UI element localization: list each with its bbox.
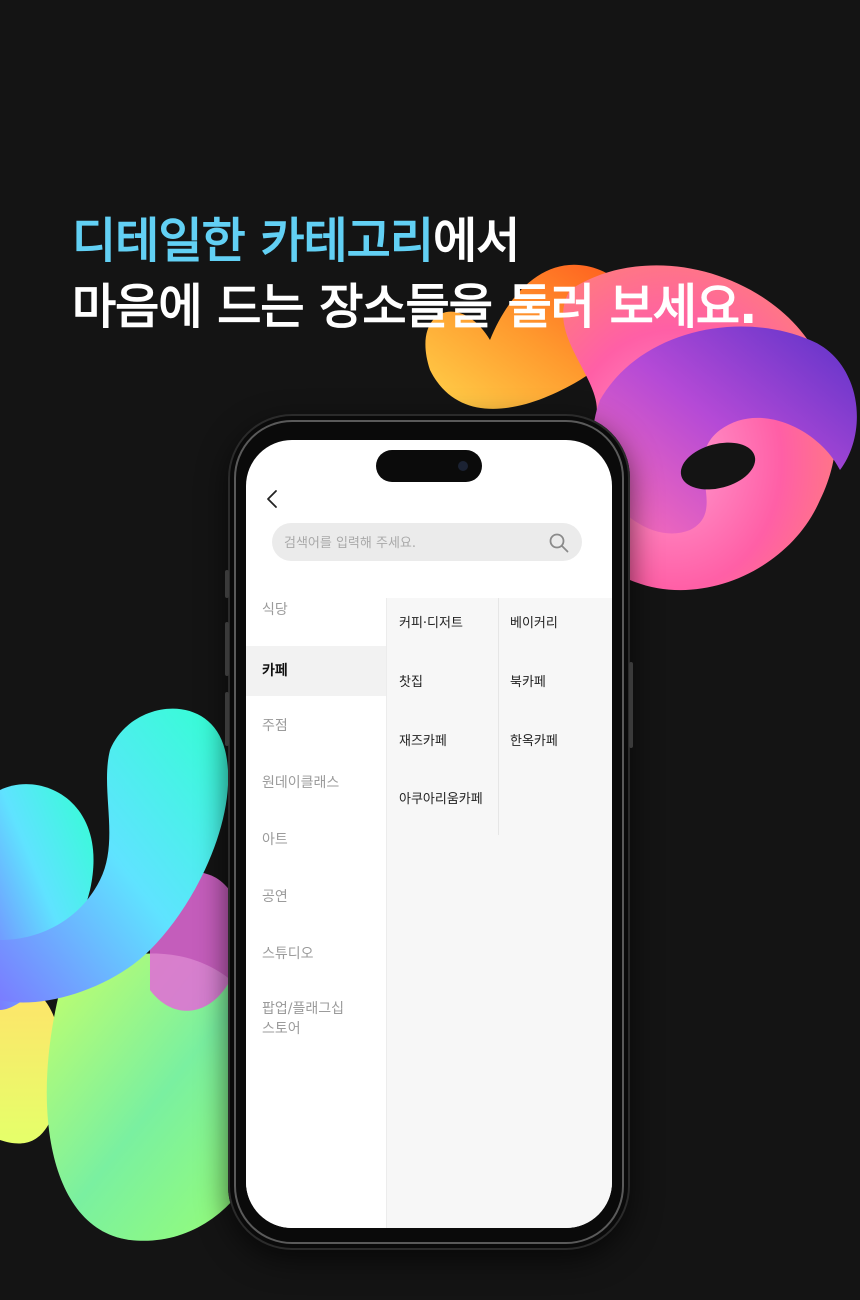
headline-line-1: 디테일한 카테고리에서 [72, 208, 852, 274]
search-input[interactable] [282, 523, 536, 563]
category-label: 주점 [262, 718, 288, 734]
subcategory-panel: 커피·디저트 찻집 재즈카페 아쿠아리움카페 베이커리 북카페 한옥카페 [386, 598, 612, 1228]
promo-headline: 디테일한 카테고리에서 마음에 드는 장소들을 둘러 보세요. [72, 208, 852, 340]
dynamic-island [376, 450, 482, 482]
category-label: 스튜디오 [262, 946, 314, 962]
subcategory-column-divider [498, 598, 499, 835]
subcategory-item[interactable]: 북카페 [510, 671, 546, 690]
search-icon[interactable] [548, 532, 570, 554]
category-item-popup-flagship[interactable]: 팝업/플래그십 스토어 [246, 999, 386, 1045]
subcategory-item[interactable]: 재즈카페 [399, 730, 447, 749]
category-item-studio[interactable]: 스튜디오 [246, 944, 386, 984]
category-label: 카페 [262, 663, 288, 679]
category-item-oneday-class[interactable]: 원데이클래스 [246, 773, 386, 813]
phone-side-button-power [629, 662, 633, 748]
category-item-cafe[interactable]: 카페 [246, 646, 386, 696]
app-screen: 식당 카페 주점 원데이클래스 아트 공연 스튜디오 팝업/플래그십 스토어 커… [246, 440, 612, 1228]
category-label: 식당 [262, 602, 288, 618]
promo-stage: 디테일한 카테고리에서 마음에 드는 장소들을 둘러 보세요. 식당 카페 주점 [0, 0, 860, 1300]
headline-line-2: 마음에 드는 장소들을 둘러 보세요. [72, 279, 757, 335]
category-item-restaurant[interactable]: 식당 [246, 600, 386, 640]
category-label-line-2: 스토어 [262, 1021, 301, 1037]
headline-line-1-rest: 에서 [433, 213, 520, 269]
category-list: 식당 카페 주점 원데이클래스 아트 공연 스튜디오 팝업/플래그십 스토어 [246, 598, 386, 1228]
phone-side-button-silent [225, 570, 229, 598]
category-label: 아트 [262, 832, 288, 848]
back-button[interactable] [260, 486, 286, 512]
headline-accent: 디테일한 카테고리 [72, 213, 434, 269]
category-item-art[interactable]: 아트 [246, 830, 386, 870]
subcategory-item[interactable]: 베이커리 [510, 612, 558, 631]
category-browser: 식당 카페 주점 원데이클래스 아트 공연 스튜디오 팝업/플래그십 스토어 커… [246, 598, 612, 1228]
search-bar [272, 523, 582, 563]
subcategory-item[interactable]: 한옥카페 [510, 730, 558, 749]
category-label: 공연 [262, 889, 288, 905]
category-label: 원데이클래스 [262, 775, 340, 791]
subcategory-item[interactable]: 아쿠아리움카페 [399, 788, 483, 807]
phone-side-button-volume-up [225, 622, 229, 676]
subcategory-item[interactable]: 찻집 [399, 671, 423, 690]
category-item-performance[interactable]: 공연 [246, 887, 386, 927]
phone-side-button-volume-down [225, 692, 229, 746]
phone-mockup: 식당 카페 주점 원데이클래스 아트 공연 스튜디오 팝업/플래그십 스토어 커… [225, 414, 633, 1250]
subcategory-item[interactable]: 커피·디저트 [399, 612, 463, 631]
front-camera [458, 461, 468, 471]
category-item-pub[interactable]: 주점 [246, 716, 386, 756]
chevron-left-icon [267, 490, 277, 508]
category-label-line-1: 팝업/플래그십 [262, 1001, 344, 1017]
